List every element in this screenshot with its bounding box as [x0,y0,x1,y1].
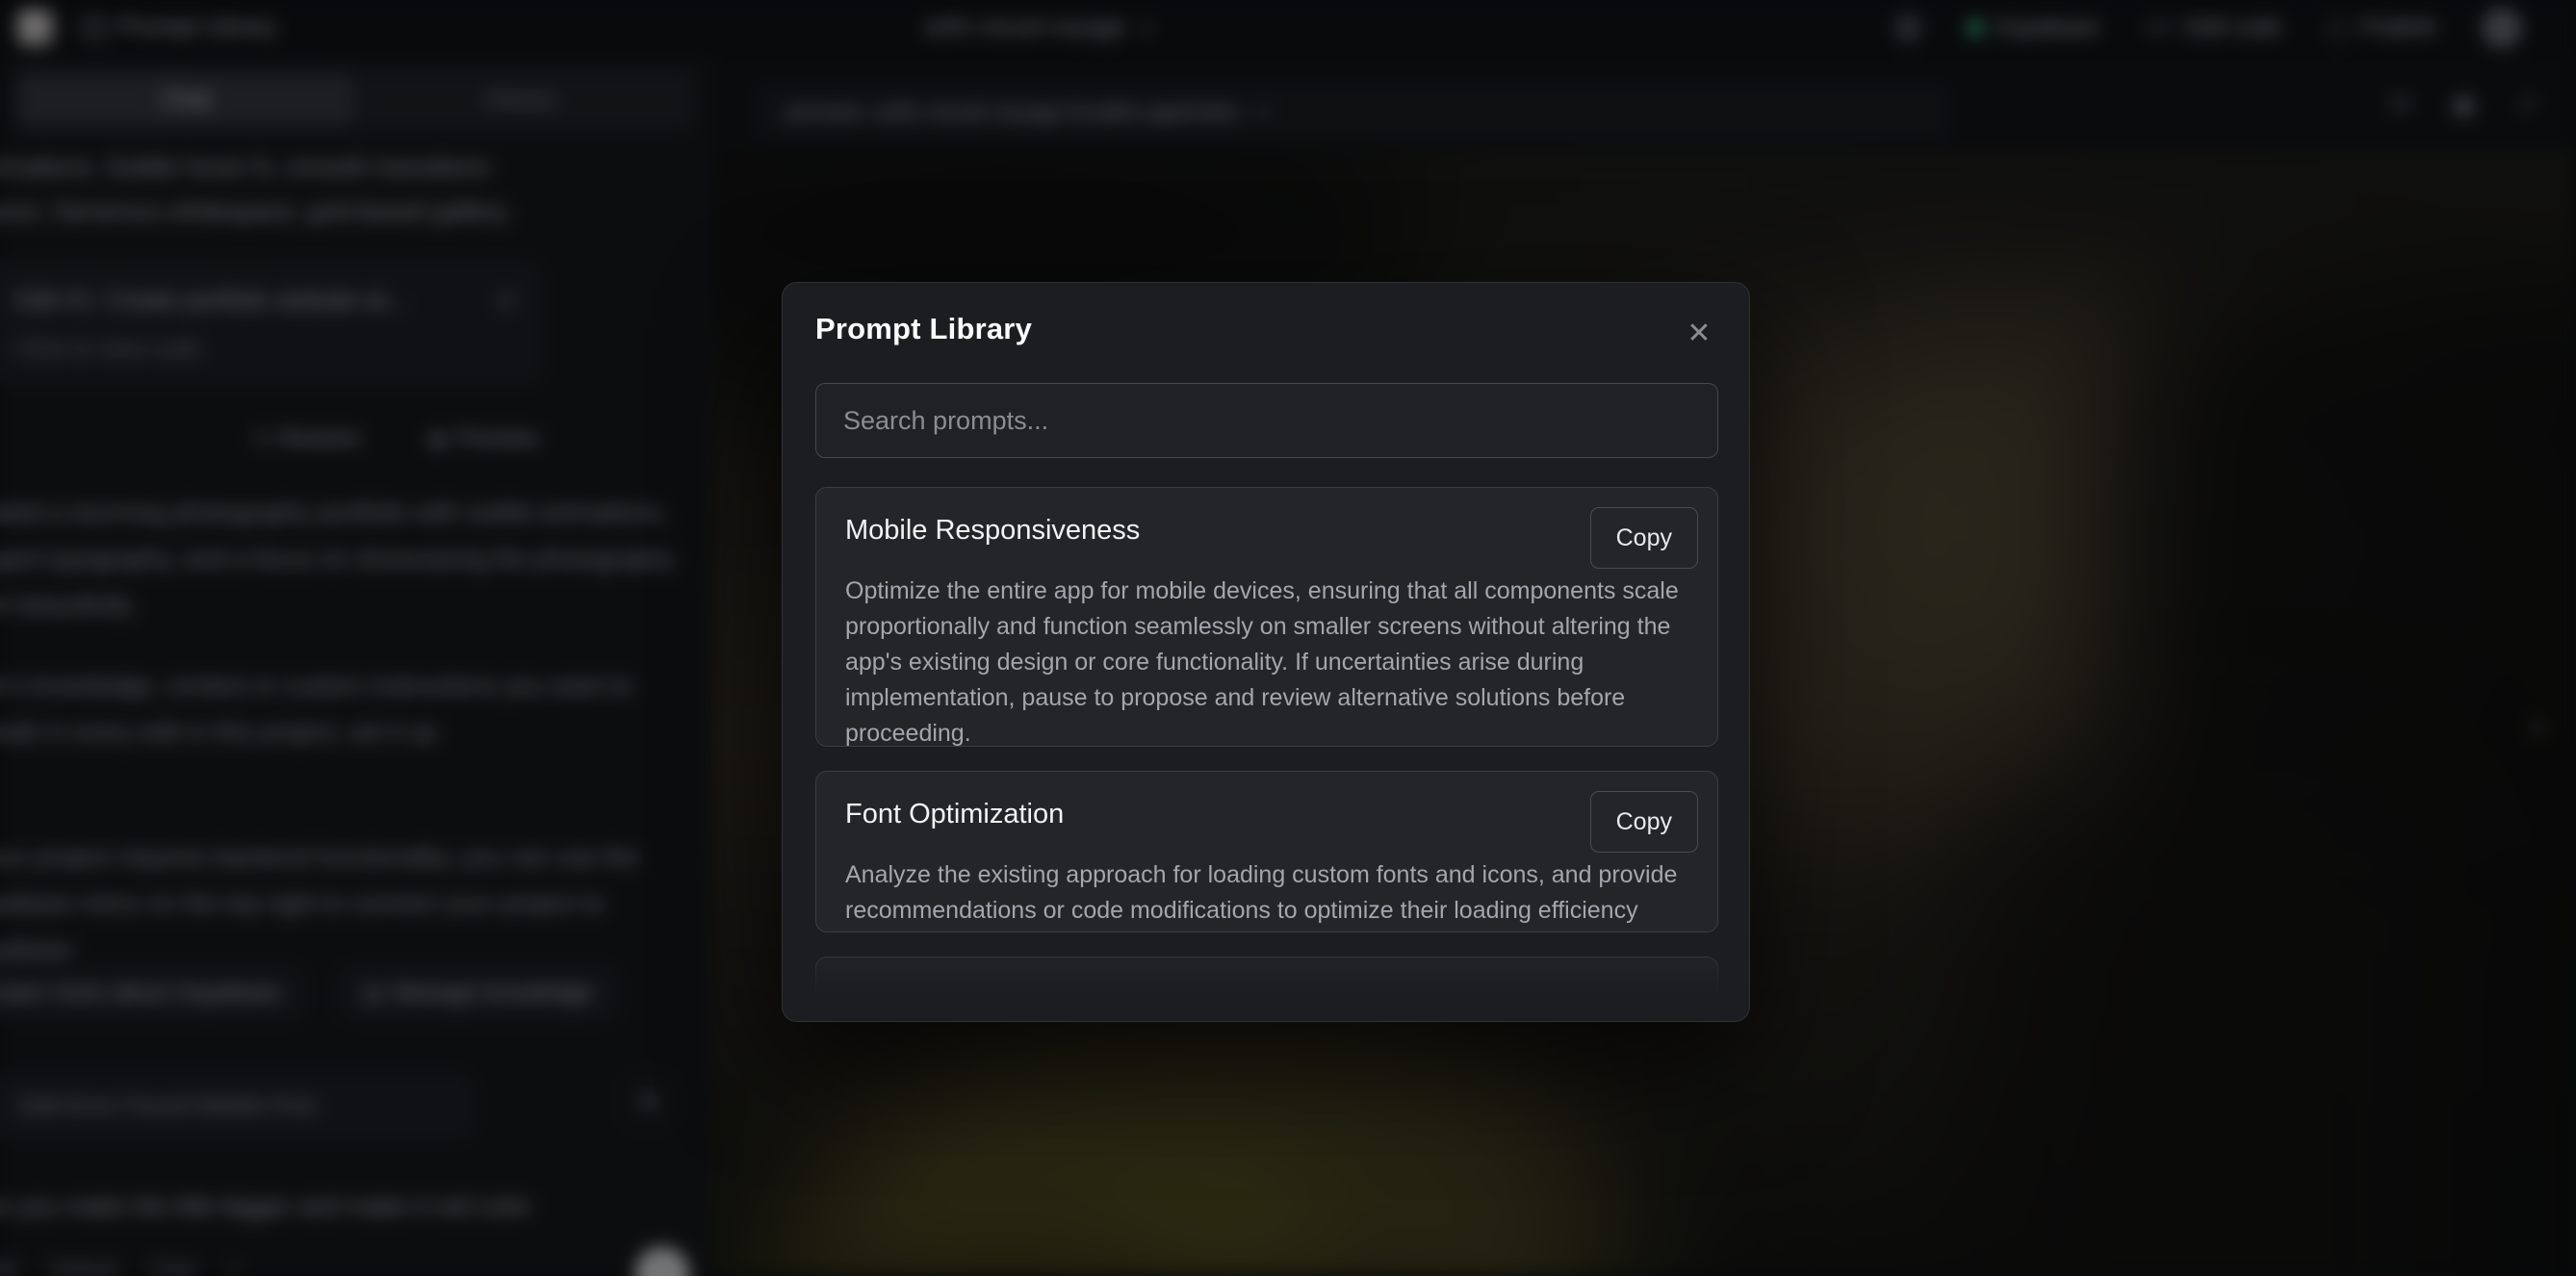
copy-button[interactable]: Copy [1590,791,1698,853]
prompt-card: Font Optimization Copy Analyze the exist… [815,771,1718,932]
modal-title: Prompt Library [815,312,1032,346]
search-input[interactable] [815,383,1718,458]
scroll-fade [784,945,1750,1022]
prompt-card-title: Mobile Responsiveness [845,515,1688,547]
prompt-card: Mobile Responsiveness Copy Optimize the … [815,487,1718,747]
prompt-library-modal: Prompt Library ✕ Mobile Responsiveness C… [782,282,1750,1022]
close-icon[interactable]: ✕ [1682,316,1716,350]
prompt-card-title: Font Optimization [845,799,1688,830]
copy-label: Copy [1616,524,1672,552]
app-window: Prompt Library artfx-visual-voyage ∨ Sup… [0,0,2576,1276]
copy-button[interactable]: Copy [1590,507,1698,569]
copy-label: Copy [1616,808,1672,836]
prompt-card-description: Optimize the entire app for mobile devic… [845,574,1692,752]
prompt-card-description: Analyze the existing approach for loadin… [845,857,1692,929]
